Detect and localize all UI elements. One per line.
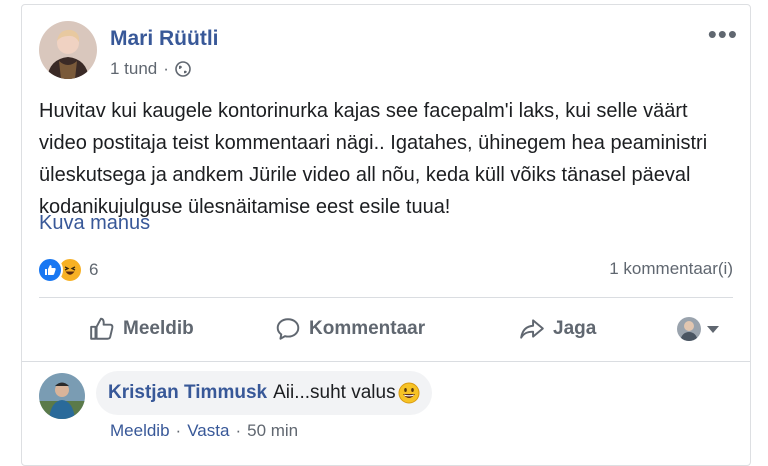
comment-button[interactable]: Kommentaar (275, 316, 425, 342)
commenter-name[interactable]: Kristjan Timmusk (108, 382, 267, 404)
comment-icon (276, 318, 300, 340)
comment-count[interactable]: 1 kommentaar(i) (609, 259, 733, 279)
action-bar: Meeldib Kommentaar Jaga (39, 307, 733, 351)
more-options-icon[interactable]: ••• (708, 21, 738, 47)
thumbs-up-icon (90, 317, 114, 340)
comment-like-link[interactable]: Meeldib (110, 421, 170, 441)
like-reaction-icon (37, 257, 63, 283)
comment-reply-link[interactable]: Vasta (187, 421, 229, 441)
comment-text: Aii...suht valus (273, 382, 396, 403)
commenter-avatar[interactable] (39, 373, 85, 419)
separator: · (235, 421, 242, 440)
share-icon (520, 319, 544, 339)
author-avatar[interactable] (39, 21, 97, 79)
post-card: Mari Rüütli 1 tund · ••• Huvitav kui kau… (21, 4, 751, 466)
share-button[interactable]: Jaga (519, 316, 596, 342)
current-user-avatar (677, 317, 701, 341)
author-name[interactable]: Mari Rüütli (110, 27, 219, 51)
like-label: Meeldib (123, 318, 194, 339)
see-attachment-link[interactable]: Kuva manus (39, 212, 150, 235)
post-meta: 1 tund · (110, 59, 191, 79)
separator: · (175, 421, 182, 440)
meta-separator: · (163, 59, 169, 78)
share-label: Jaga (553, 318, 597, 339)
like-button[interactable]: Meeldib (89, 316, 194, 342)
comment-bubble: Kristjan Timmusk Aii...suht valus (96, 371, 432, 415)
comment-time[interactable]: 50 min (247, 421, 298, 441)
reactions-summary[interactable]: 6 (37, 257, 98, 283)
comment-label: Kommentaar (309, 318, 426, 339)
chevron-down-icon (707, 325, 719, 333)
comment-actions: Meeldib · Vasta · 50 min (110, 421, 298, 441)
react-as-selector[interactable] (677, 317, 719, 341)
grinning-emoji-icon (398, 382, 420, 404)
post-text: Huvitav kui kaugele kontorinurka kajas s… (39, 100, 708, 218)
post-time[interactable]: 1 tund (110, 59, 157, 79)
divider (39, 297, 733, 298)
reaction-count: 6 (89, 260, 99, 279)
globe-icon[interactable] (175, 61, 191, 77)
divider (22, 361, 750, 362)
